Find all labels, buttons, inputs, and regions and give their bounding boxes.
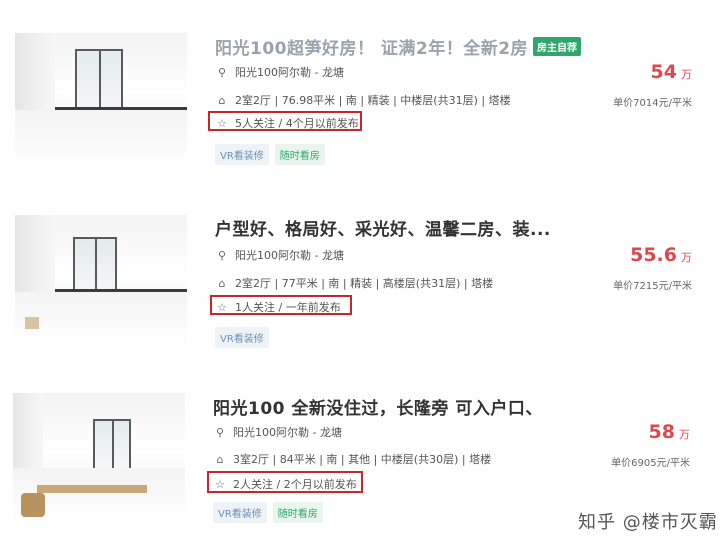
house-icon: ⌂ [218, 94, 226, 107]
tag-list: VR看装修 随时看房 [213, 502, 329, 523]
community-name[interactable]: 阳光100阿尔勒 - 龙塘 [235, 249, 344, 262]
tag-vr[interactable]: VR看装修 [213, 502, 267, 523]
community-name[interactable]: 阳光100阿尔勒 - 龙塘 [233, 426, 342, 439]
house-info: 2室2厅 | 77平米 | 南 | 精装 | 高楼层(共31层) | 塔楼 [235, 277, 494, 290]
community-row[interactable]: ⚲ 阳光100阿尔勒 - 龙塘 [215, 64, 344, 80]
follow-info: 5人关注 / 4个月以前发布 [235, 117, 359, 130]
community-row[interactable]: ⚲ 阳光100阿尔勒 - 龙塘 [215, 247, 344, 263]
listing-photo[interactable] [13, 393, 185, 523]
follow-row: ☆ 2人关注 / 2个月以前发布 [213, 476, 357, 492]
tag-list: VR看装修 [215, 327, 275, 348]
location-pin-icon: ⚲ [215, 426, 225, 439]
house-info-row: ⌂ 2室2厅 | 76.98平米 | 南 | 精装 | 中楼层(共31层) | 塔… [215, 92, 511, 108]
unit-price: 单价7215元/平米 [613, 281, 692, 292]
total-price: 58 万 [649, 421, 690, 443]
price-value: 58 [648, 421, 675, 443]
zhihu-watermark: 知乎 @楼市灭霸 [578, 512, 718, 533]
price-unit: 万 [679, 428, 690, 441]
community-name[interactable]: 阳光100阿尔勒 - 龙塘 [235, 66, 344, 79]
community-row[interactable]: ⚲ 阳光100阿尔勒 - 龙塘 [213, 424, 342, 440]
listing-photo[interactable] [15, 215, 187, 347]
star-icon: ☆ [215, 478, 225, 491]
star-icon: ☆ [217, 117, 227, 130]
price-value: 54 [650, 61, 677, 83]
price-value: 55.6 [630, 244, 677, 266]
house-info-row: ⌂ 2室2厅 | 77平米 | 南 | 精装 | 高楼层(共31层) | 塔楼 [215, 275, 494, 291]
total-price: 55.6 万 [630, 244, 692, 266]
location-pin-icon: ⚲ [217, 249, 227, 262]
location-pin-icon: ⚲ [217, 66, 227, 79]
listing-title[interactable]: 阳光100 全新没住过，长隆旁 可入户口、 [213, 394, 543, 419]
tag-list: VR看装修 随时看房 [215, 144, 331, 165]
star-icon: ☆ [217, 301, 227, 314]
unit-price: 单价7014元/平米 [613, 98, 692, 109]
tag-anytime-viewing[interactable]: 随时看房 [274, 144, 325, 165]
follow-row: ☆ 1人关注 / 一年前发布 [215, 299, 341, 315]
listing-title[interactable]: 阳光100超笋好房！ 证满2年！全新2房 ... [215, 34, 555, 59]
house-icon: ⌂ [218, 277, 226, 290]
follow-info: 2人关注 / 2个月以前发布 [233, 478, 357, 491]
house-info-row: ⌂ 3室2厅 | 84平米 | 南 | 其他 | 中楼层(共30层) | 塔楼 [213, 451, 492, 467]
house-icon: ⌂ [216, 453, 224, 466]
follow-info: 1人关注 / 一年前发布 [235, 301, 341, 314]
owner-recommend-badge: 房主自荐 [533, 37, 581, 56]
total-price: 54 万 [651, 61, 692, 83]
house-info: 3室2厅 | 84平米 | 南 | 其他 | 中楼层(共30层) | 塔楼 [233, 453, 492, 466]
listing-photo[interactable] [15, 33, 187, 165]
listing-title[interactable]: 户型好、格局好、采光好、温馨二房、装... [215, 215, 551, 240]
tag-anytime-viewing[interactable]: 随时看房 [272, 502, 323, 523]
tag-vr[interactable]: VR看装修 [215, 327, 269, 348]
unit-price: 单价6905元/平米 [611, 458, 690, 469]
price-unit: 万 [681, 251, 692, 264]
price-unit: 万 [681, 68, 692, 81]
house-info: 2室2厅 | 76.98平米 | 南 | 精装 | 中楼层(共31层) | 塔楼 [235, 94, 511, 107]
follow-row: ☆ 5人关注 / 4个月以前发布 [215, 115, 359, 131]
tag-vr[interactable]: VR看装修 [215, 144, 269, 165]
